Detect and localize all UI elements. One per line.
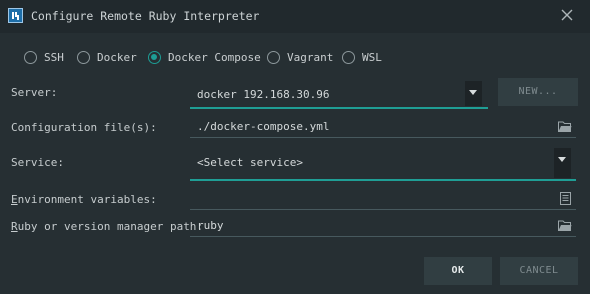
env-label: Environment variables: xyxy=(11,193,157,206)
close-icon[interactable] xyxy=(560,8,574,22)
folder-icon[interactable] xyxy=(558,220,572,231)
server-value: docker 192.168.30.96 xyxy=(197,88,330,101)
window-title: Configure Remote Ruby Interpreter xyxy=(31,9,260,23)
document-icon[interactable] xyxy=(560,192,571,205)
radio-circle xyxy=(148,50,161,64)
radio-circle xyxy=(77,50,90,64)
radio-circle xyxy=(24,50,37,64)
config-label: Configuration file(s): xyxy=(11,121,157,134)
radio-label: SSH xyxy=(44,50,64,64)
env-label-text: nvironment variables: xyxy=(17,193,157,206)
env-field[interactable] xyxy=(190,188,576,210)
new-button[interactable]: NEW... xyxy=(498,78,578,106)
config-value: ./docker-compose.yml xyxy=(197,120,330,133)
server-label: Server: xyxy=(11,86,58,99)
chevron-down-icon[interactable] xyxy=(554,148,571,178)
radio-docker-compose[interactable]: Docker Compose xyxy=(148,49,261,65)
title-bar: Configure Remote Ruby Interpreter xyxy=(0,0,590,33)
ruby-label-text: uby or version manager path: xyxy=(17,220,204,233)
ruby-label-mnemonic: R xyxy=(11,220,18,233)
ok-button[interactable]: OK xyxy=(424,257,492,285)
radio-wsl[interactable]: WSL xyxy=(342,49,382,65)
service-label: Service: xyxy=(11,156,64,169)
radio-circle xyxy=(342,50,355,64)
radio-vagrant[interactable]: Vagrant xyxy=(267,49,333,65)
connection-type-group: SSH Docker Docker Compose Vagrant WSL xyxy=(24,49,584,65)
cancel-button[interactable]: CANCEL xyxy=(500,257,578,285)
config-field[interactable]: ./docker-compose.yml xyxy=(190,116,576,138)
service-select[interactable]: <Select service> xyxy=(190,146,576,181)
intellij-app-icon xyxy=(8,8,23,23)
ruby-path-label: Ruby or version manager path: xyxy=(11,220,203,233)
radio-label: Docker Compose xyxy=(168,50,261,64)
server-select[interactable]: docker 192.168.30.96 xyxy=(190,81,488,109)
folder-icon[interactable] xyxy=(558,121,572,132)
ruby-path-field[interactable]: ruby xyxy=(190,215,576,237)
radio-label: WSL xyxy=(362,50,382,64)
ruby-path-value: ruby xyxy=(197,219,224,232)
service-value: <Select service> xyxy=(197,156,303,169)
env-label-mnemonic: E xyxy=(11,193,18,206)
radio-label: Docker xyxy=(97,50,137,64)
chevron-down-icon[interactable] xyxy=(465,81,482,106)
radio-ssh[interactable]: SSH xyxy=(24,49,64,65)
radio-docker[interactable]: Docker xyxy=(77,49,137,65)
radio-circle xyxy=(267,50,280,64)
radio-label: Vagrant xyxy=(287,50,334,64)
